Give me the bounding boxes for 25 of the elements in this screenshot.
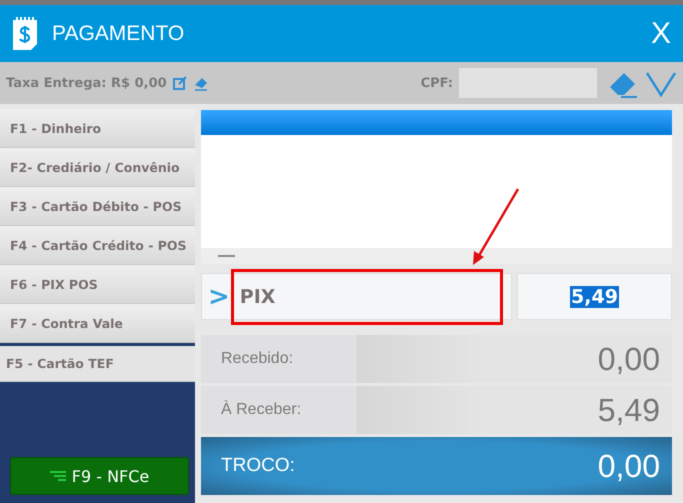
total-label: TROCO:	[221, 455, 295, 477]
total-value: 5,49	[598, 392, 660, 428]
window-title: PAGAMENTO	[52, 22, 186, 46]
payment-method-button[interactable]: F5 - Cartão TEF	[0, 343, 195, 382]
payment-method-button[interactable]: F2- Crediário / Convênio	[0, 148, 195, 187]
payment-method-button[interactable]: F7 - Contra Vale	[0, 304, 195, 343]
total-label: Recebido:	[221, 350, 294, 368]
delivery-fee-label: Taxa Entrega: R$ 0,00	[6, 76, 167, 90]
payment-method-field[interactable]: > PIX	[201, 273, 512, 320]
total-value: 0,00	[598, 448, 660, 484]
eraser-icon[interactable]	[192, 75, 209, 91]
payment-method-button[interactable]: F3 - Cartão Débito - POS	[0, 187, 195, 226]
amount-field[interactable]: 5,49	[517, 273, 672, 320]
receipt-dollar-icon	[10, 16, 40, 52]
nfce-button[interactable]: F9 - NFCe	[10, 457, 189, 495]
total-label: À Receber:	[221, 401, 302, 419]
edit-icon[interactable]	[172, 76, 187, 90]
lines-icon	[50, 471, 66, 481]
cpf-field[interactable]	[459, 68, 597, 98]
total-value: 0,00	[598, 340, 660, 378]
close-button[interactable]: X	[646, 16, 675, 50]
payment-method-button[interactable]: F6 - PIX POS	[0, 265, 195, 304]
payment-method-button[interactable]: F4 - Cartão Crédito - POS	[0, 226, 195, 265]
cpf-label: CPF:	[420, 76, 453, 90]
payment-method-button[interactable]: F1 - Dinheiro	[0, 109, 195, 148]
